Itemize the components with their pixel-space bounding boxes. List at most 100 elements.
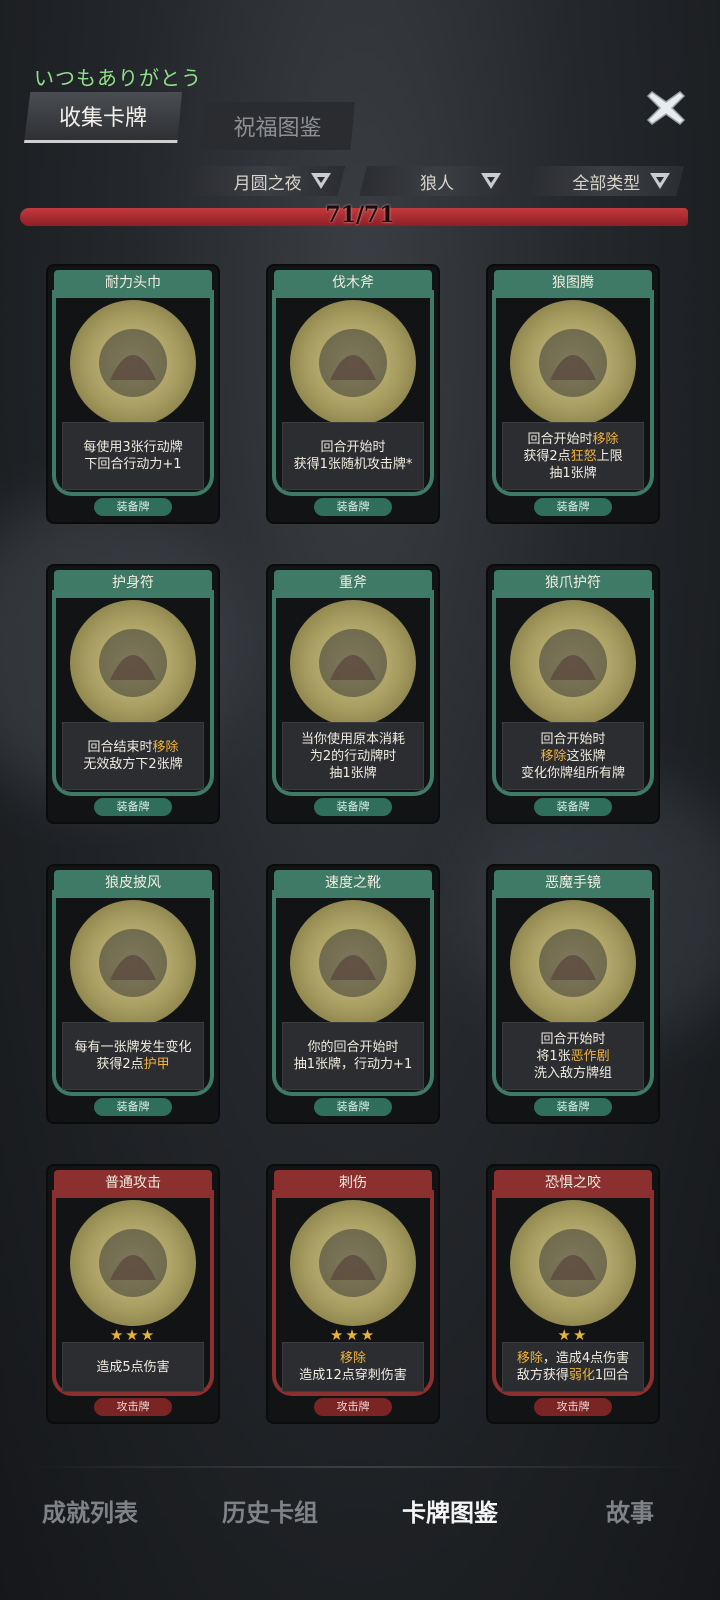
card-description-line: 下回合行动力+1 <box>84 457 182 472</box>
card-description-line: 回合开始时 <box>320 440 386 455</box>
card-item[interactable]: 恶魔手镜回合开始时 将1张恶作剧 洗入敌方牌组装备牌 <box>488 866 658 1122</box>
card-description-line: 移除这张牌 <box>540 748 606 764</box>
card-type-badge: 装备牌 <box>94 1098 172 1116</box>
card-name: 伐木斧 <box>274 270 432 298</box>
filter-label: 狼人 <box>419 173 454 194</box>
heavy-axe-icon <box>290 600 416 726</box>
claw-charm-icon <box>510 600 636 726</box>
card-description: 回合开始时 将1张恶作剧 洗入敌方牌组 <box>502 1022 644 1090</box>
collection-progress-text: 71/71 <box>325 202 395 228</box>
card-item[interactable]: 重斧当你使用原本消耗 为2的行动牌时 抽1张牌装备牌 <box>268 566 438 822</box>
chevron-down-icon <box>480 173 501 189</box>
nav-divider <box>24 1466 696 1468</box>
card-description-line: 回合开始时 <box>540 731 606 747</box>
card-name: 恐惧之咬 <box>494 1170 652 1198</box>
filter-type[interactable]: 全部类型 <box>528 166 684 196</box>
card-description: 移除，造成4点伤害 敌方获得弱化1回合 <box>502 1342 644 1392</box>
card-description: 每使用3张行动牌 下回合行动力+1 <box>62 422 204 490</box>
card-item[interactable]: 护身符 回合结束时移除 无效敌方下2张牌 装备牌 <box>48 566 218 822</box>
card-item[interactable]: 伐木斧 回合开始时 获得1张随机攻击牌* 装备牌 <box>268 266 438 522</box>
card-item[interactable]: 速度之靴你的回合开始时 抽1张牌，行动力+1 装备牌 <box>268 866 438 1122</box>
card-item[interactable]: 普通攻击 ★★★ 造成5点伤害 攻击牌 <box>48 1166 218 1422</box>
card-description-line: 获得1张随机攻击牌* <box>293 457 413 472</box>
card-description: 回合结束时移除 无效敌方下2张牌 <box>62 722 204 790</box>
card-description-line: 为2的行动牌时 <box>309 748 397 764</box>
card-name: 重斧 <box>274 570 432 598</box>
filter-mode[interactable]: 月圆之夜 <box>190 166 346 196</box>
card-description: 每有一张牌发生变化 获得2点护甲 <box>62 1022 204 1090</box>
filter-bar: 月圆之夜 狼人 全部类型 <box>190 166 684 198</box>
tab-collect-cards[interactable]: 收集卡牌 <box>24 92 182 143</box>
card-name: 耐力头巾 <box>54 270 212 298</box>
card-description-line: 回合开始时移除 <box>527 431 619 447</box>
card-type-badge: 装备牌 <box>534 1098 612 1116</box>
skull-bite-icon <box>510 1200 636 1326</box>
demon-mirror-icon <box>510 900 636 1026</box>
card-type-badge: 攻击牌 <box>314 1398 392 1416</box>
card-description-line: 移除，造成4点伤害 <box>516 1351 630 1366</box>
card-description: 回合开始时移除 获得2点狂怒上限 抽1张牌 <box>502 422 644 490</box>
filter-label: 全部类型 <box>572 173 641 194</box>
card-description-line: 抽1张牌 <box>329 765 377 781</box>
card-description-line: 当你使用原本消耗 <box>300 731 405 747</box>
cloak-icon <box>70 900 196 1026</box>
card-name: 狼图腾 <box>494 270 652 298</box>
card-type-badge: 装备牌 <box>314 798 392 816</box>
nav-card-codex[interactable]: 卡牌图鉴 <box>360 1478 540 1548</box>
card-item[interactable]: 刺伤 ★★★ 移除 造成12点穿刺伤害 攻击牌 <box>268 1166 438 1422</box>
card-type-badge: 攻击牌 <box>94 1398 172 1416</box>
card-type-badge: 装备牌 <box>94 798 172 816</box>
card-type-badge: 装备牌 <box>534 798 612 816</box>
chevron-down-icon <box>649 173 670 189</box>
amulet-icon <box>70 600 196 726</box>
nav-achievements[interactable]: 成就列表 <box>0 1478 180 1548</box>
card-name: 恶魔手镜 <box>494 870 652 898</box>
card-item[interactable]: 狼图腾回合开始时移除 获得2点狂怒上限 抽1张牌装备牌 <box>488 266 658 522</box>
card-description-line: 每使用3张行动牌 <box>83 440 183 455</box>
card-description: 你的回合开始时 抽1张牌，行动力+1 <box>282 1022 424 1090</box>
card-name: 速度之靴 <box>274 870 432 898</box>
card-name: 狼皮披风 <box>54 870 212 898</box>
card-type-badge: 装备牌 <box>534 498 612 516</box>
card-description: 回合开始时获得1张随机攻击牌* <box>282 422 424 490</box>
card-description-line: 无效敌方下2张牌 <box>83 757 183 772</box>
filter-label: 月圆之夜 <box>233 173 302 194</box>
card-description-line: 将1张恶作剧 <box>536 1048 610 1064</box>
card-description-line: 每有一张牌发生变化 <box>74 1040 192 1055</box>
filter-class[interactable]: 狼人 <box>359 166 515 196</box>
card-type-badge: 攻击牌 <box>534 1398 612 1416</box>
nav-history-decks[interactable]: 历史卡组 <box>180 1478 360 1548</box>
card-description-line: 洗入敌方牌组 <box>533 1065 612 1081</box>
card-description: 回合开始时 移除这张牌 变化你牌组所有牌 <box>502 722 644 790</box>
card-description-line: 造成5点伤害 <box>96 1359 170 1375</box>
card-type-badge: 装备牌 <box>94 498 172 516</box>
greeting-text: いつもありがとう <box>34 66 202 90</box>
card-description: 移除 造成12点穿刺伤害 <box>282 1342 424 1392</box>
card-item[interactable]: 狼皮披风 每有一张牌发生变化 获得2点护甲 装备牌 <box>48 866 218 1122</box>
card-item[interactable]: 耐力头巾每使用3张行动牌 下回合行动力+1 装备牌 <box>48 266 218 522</box>
card-description-line: 抽1张牌，行动力+1 <box>293 1057 413 1072</box>
card-description-line: 移除 <box>339 1351 366 1366</box>
bandana-icon <box>70 300 196 426</box>
boot-icon <box>290 900 416 1026</box>
card-item[interactable]: 狼爪护符 回合开始时 移除这张牌 变化你牌组所有牌 装备牌 <box>488 566 658 822</box>
wolf-totem-icon <box>510 300 636 426</box>
chevron-down-icon <box>311 173 332 189</box>
card-description-line: 变化你牌组所有牌 <box>520 765 625 781</box>
close-icon[interactable] <box>646 88 686 128</box>
card-description-line: 回合结束时移除 <box>87 740 179 755</box>
card-item[interactable]: 恐惧之咬 ★★ 移除，造成4点伤害 敌方获得弱化1回合 攻击牌 <box>488 1166 658 1422</box>
tab-blessing-codex[interactable]: 祝福图鉴 <box>200 102 355 150</box>
card-description: 造成5点伤害 <box>62 1342 204 1392</box>
card-type-badge: 装备牌 <box>314 1098 392 1116</box>
card-name: 普通攻击 <box>54 1170 212 1198</box>
card-name: 狼爪护符 <box>494 570 652 598</box>
tab-label: 收集卡牌 <box>58 106 147 131</box>
card-description-line: 你的回合开始时 <box>307 1040 399 1055</box>
axe-icon <box>290 300 416 426</box>
card-description-line: 获得2点护甲 <box>96 1057 170 1072</box>
card-description: 当你使用原本消耗 为2的行动牌时 抽1张牌 <box>282 722 424 790</box>
nav-story[interactable]: 故事 <box>540 1478 720 1548</box>
card-description-line: 敌方获得弱化1回合 <box>516 1368 630 1383</box>
card-name: 护身符 <box>54 570 212 598</box>
